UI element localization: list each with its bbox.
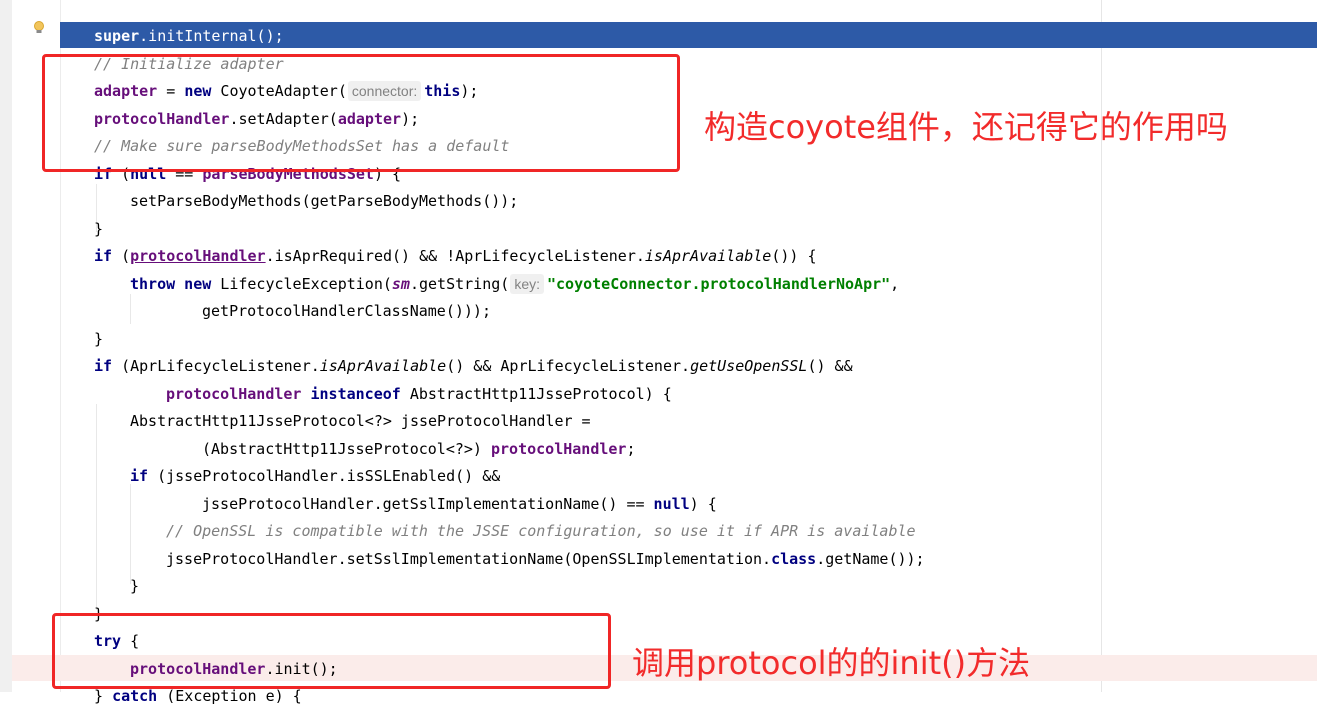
code-text: (AprLifecycleListener. xyxy=(112,357,320,375)
keyword: catch xyxy=(112,687,158,705)
code-line[interactable]: // OpenSSL is compatible with the JSSE c… xyxy=(60,517,1317,543)
code-text: setParseBodyMethods(getParseBodyMethods(… xyxy=(130,192,519,210)
annotation-box-init xyxy=(52,613,611,689)
code-text: .getString( xyxy=(409,275,510,293)
code-text: jsseProtocolHandler.setSslImplementation… xyxy=(166,550,772,568)
keyword: if xyxy=(130,467,149,485)
code-line[interactable]: if (AprLifecycleListener.isAprAvailable(… xyxy=(60,352,1317,378)
code-text: getProtocolHandlerClassName())); xyxy=(202,302,491,320)
code-text: } xyxy=(94,330,104,348)
code-text: (AbstractHttp11JsseProtocol<?>) xyxy=(202,440,491,458)
code-text: , xyxy=(890,275,900,293)
keyword: instanceof xyxy=(301,385,401,403)
code-line[interactable]: (AbstractHttp11JsseProtocol<?>) protocol… xyxy=(60,435,1317,461)
code-line[interactable]: if (jsseProtocolHandler.isSSLEnabled() &… xyxy=(60,462,1317,488)
code-text: () && AprLifecycleListener. xyxy=(446,357,691,375)
code-text: (Exception e) { xyxy=(157,687,302,705)
code-line[interactable]: jsseProtocolHandler.getSslImplementation… xyxy=(60,490,1317,516)
code-line[interactable]: AbstractHttp11JsseProtocol<?> jsseProtoc… xyxy=(60,407,1317,433)
static-method: isAprAvailable xyxy=(644,247,772,265)
field-ref: sm xyxy=(391,275,410,293)
code-text: .initInternal(); xyxy=(139,27,284,45)
code-line[interactable]: } xyxy=(60,215,1317,241)
string-literal: "coyoteConnector.protocolHandlerNoApr" xyxy=(547,275,891,293)
code-line[interactable]: } xyxy=(60,325,1317,351)
code-text: ) { xyxy=(689,495,717,513)
field-ref: protocolHandler xyxy=(490,440,627,458)
code-text: (jsseProtocolHandler.isSSLEnabled() && xyxy=(148,467,501,485)
code-text: } xyxy=(130,577,140,595)
annotation-box-adapter xyxy=(42,54,680,172)
code-line[interactable]: getProtocolHandlerClassName())); xyxy=(60,297,1317,323)
code-line[interactable]: jsseProtocolHandler.setSslImplementation… xyxy=(60,545,1317,571)
annotation-note-init: 调用protocol的的init()方法 xyxy=(632,644,1031,682)
code-line[interactable]: throw new LifecycleException(sm.getStrin… xyxy=(60,270,1317,296)
code-text: AbstractHttp11JsseProtocol<?> jsseProtoc… xyxy=(130,412,591,430)
code-line[interactable]: if (protocolHandler.isAprRequired() && !… xyxy=(60,242,1317,268)
code-text: .getName()); xyxy=(816,550,925,568)
code-line-selected[interactable]: super.initInternal(); xyxy=(60,22,1317,48)
code-text: ()) { xyxy=(771,247,817,265)
keyword: super xyxy=(94,27,140,45)
keyword: throw new xyxy=(130,275,212,293)
annotation-note-coyote: 构造coyote组件，还记得它的作用吗 xyxy=(704,108,1228,146)
static-method: isAprAvailable xyxy=(319,357,447,375)
static-method: getUseOpenSSL xyxy=(690,357,808,375)
keyword: if xyxy=(94,357,113,375)
keyword: class xyxy=(771,550,817,568)
keyword: null xyxy=(653,495,690,513)
code-line[interactable]: } xyxy=(60,572,1317,598)
field-ref: protocolHandler xyxy=(166,385,302,403)
code-text: jsseProtocolHandler.getSslImplementation… xyxy=(202,495,654,513)
code-text: .isAprRequired() && !AprLifecycleListene… xyxy=(265,247,645,265)
keyword: if xyxy=(94,247,113,265)
code-text: AbstractHttp11JsseProtocol) { xyxy=(400,385,672,403)
parameter-hint: key: xyxy=(510,274,544,294)
code-text: } xyxy=(94,687,113,705)
code-text: ( xyxy=(112,247,131,265)
code-text: ; xyxy=(626,440,636,458)
lightbulb-icon[interactable] xyxy=(33,21,45,35)
code-text: () && xyxy=(807,357,853,375)
comment: // OpenSSL is compatible with the JSSE c… xyxy=(166,522,916,540)
field-ref: protocolHandler xyxy=(130,247,266,265)
code-text: LifecycleException( xyxy=(211,275,392,293)
code-line[interactable]: protocolHandler instanceof AbstractHttp1… xyxy=(60,380,1317,406)
code-line[interactable]: setParseBodyMethods(getParseBodyMethods(… xyxy=(60,187,1317,213)
code-text: } xyxy=(94,220,104,238)
